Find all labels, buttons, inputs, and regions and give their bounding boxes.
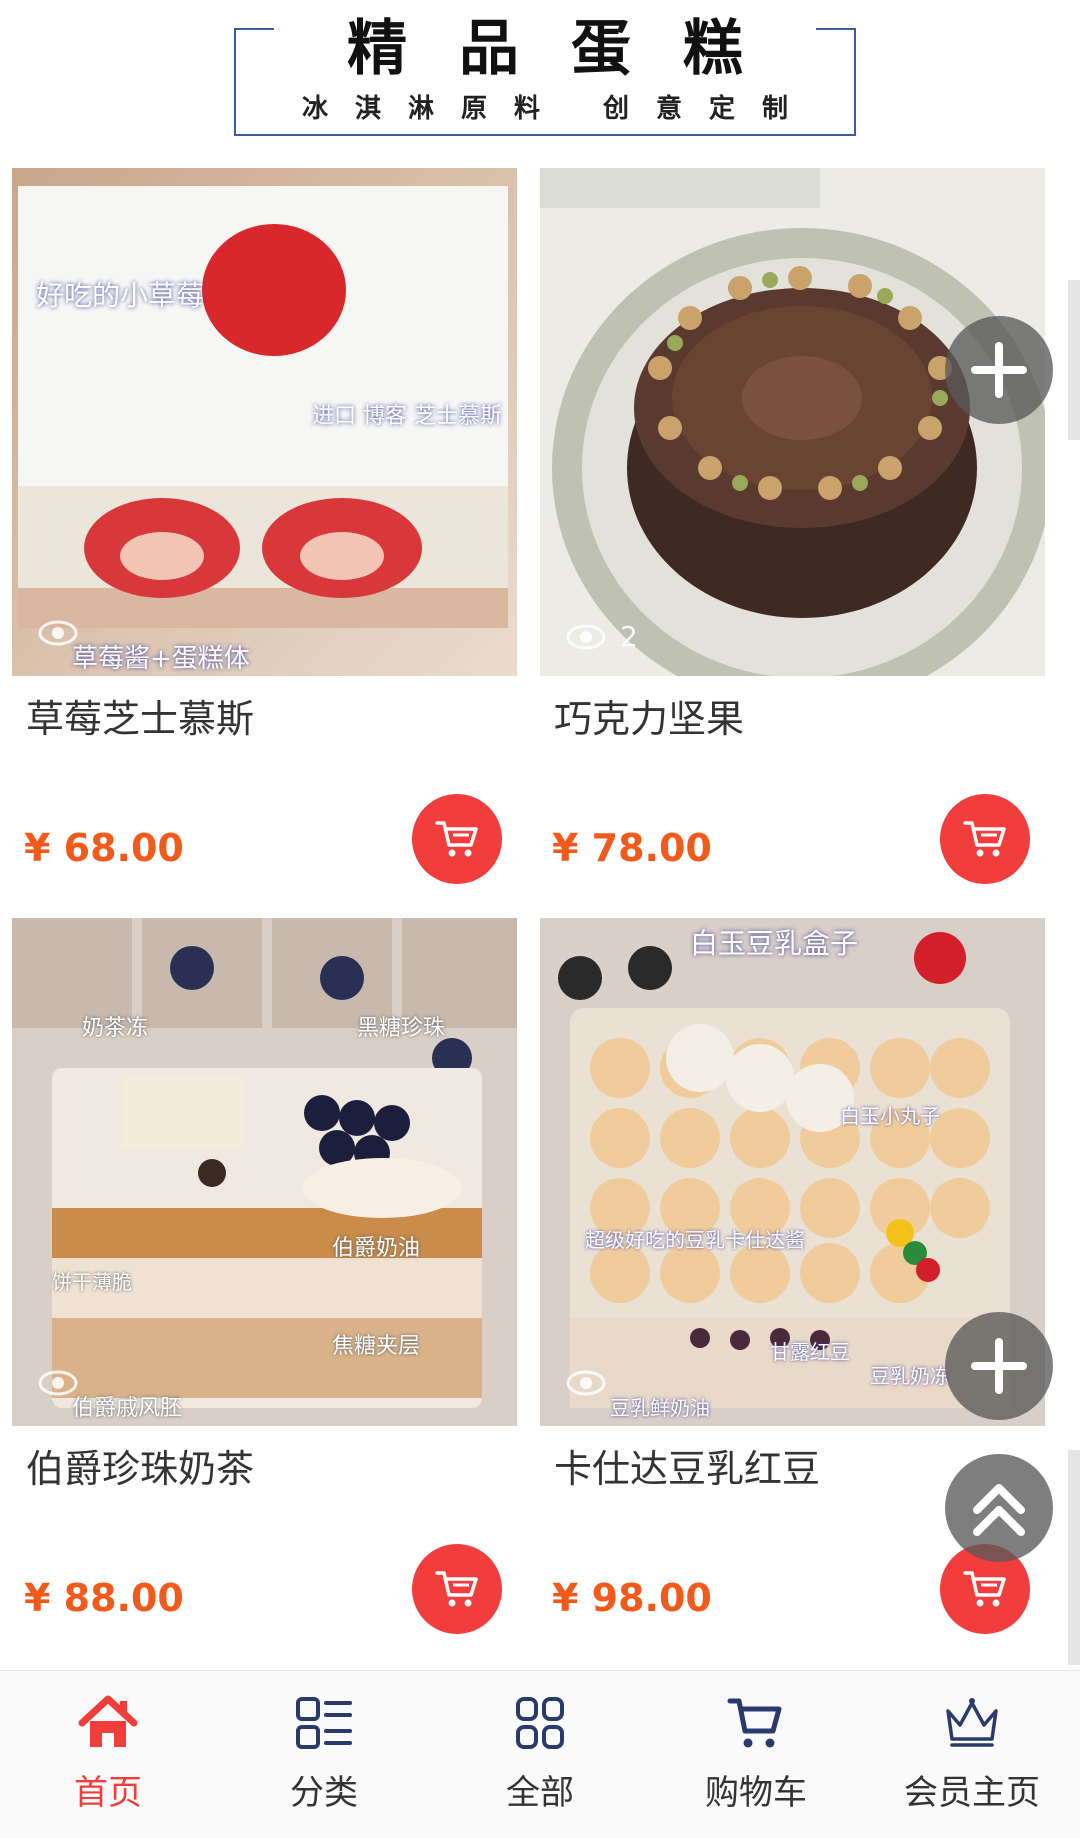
nav-home[interactable]: 首页 <box>0 1671 216 1838</box>
add-to-cart-button[interactable] <box>412 794 502 884</box>
product-name[interactable]: 草莓芝士慕斯 <box>26 688 254 743</box>
overlay-label: 甘露红豆 <box>770 1340 850 1364</box>
overlay-label: 豆乳奶冻 <box>870 1364 950 1388</box>
view-count: 2 <box>566 620 638 653</box>
nav-category[interactable]: 分类 <box>216 1671 432 1838</box>
overlay-label: 豆乳鲜奶油 <box>610 1396 710 1420</box>
cart-icon <box>435 1571 478 1607</box>
product-name[interactable]: 巧克力坚果 <box>554 688 744 743</box>
eye-icon <box>38 1370 78 1396</box>
eye-icon <box>566 624 606 649</box>
view-count <box>38 620 92 646</box>
cart-icon <box>435 821 478 857</box>
product-card[interactable]: 好吃的小草莓 进口 博客 芝士慕斯 草莓酱+蛋糕体 草莓芝士慕斯 ¥ 68.00 <box>12 168 517 898</box>
nav-label: 分类 <box>290 1773 358 1813</box>
product-card[interactable]: 奶茶冻 黑糖珍珠 伯爵奶油 饼干薄脆 焦糖夹层 伯爵戚风胚 伯爵珍珠奶茶 ¥ 8… <box>12 918 517 1648</box>
home-icon <box>78 1695 138 1747</box>
product-image[interactable]: 好吃的小草莓 进口 博客 芝士慕斯 草莓酱+蛋糕体 <box>12 168 517 676</box>
nav-label: 首页 <box>74 1773 142 1813</box>
cart-icon <box>727 1698 782 1748</box>
nav-all[interactable]: 全部 <box>432 1671 648 1838</box>
double-chevron-up-icon <box>973 1484 1025 1536</box>
nav-label: 会员主页 <box>904 1773 1040 1813</box>
nav-member[interactable]: 会员主页 <box>864 1671 1080 1838</box>
overlay-label: 饼干薄脆 <box>52 1270 132 1294</box>
back-to-top-button[interactable] <box>945 1454 1053 1562</box>
product-price: ¥ 98.00 <box>552 1576 712 1620</box>
grid-icon <box>516 1697 564 1749</box>
cart-icon <box>963 821 1006 857</box>
overlay-label: 白玉豆乳盒子 <box>690 927 859 960</box>
float-add-button[interactable] <box>945 1312 1053 1420</box>
category-list-icon <box>296 1697 352 1749</box>
banner-title: 精品蛋糕 <box>347 14 795 84</box>
banner-frame: 精品蛋糕 冰淇淋原料 创意定制 <box>234 14 856 136</box>
product-price: ¥ 78.00 <box>552 826 712 870</box>
eye-icon <box>38 620 78 646</box>
banner-subtitle: 冰淇淋原料 创意定制 <box>301 94 816 124</box>
product-price: ¥ 68.00 <box>24 826 184 870</box>
plus-icon <box>971 342 1027 398</box>
product-name[interactable]: 卡仕达豆乳红豆 <box>554 1438 820 1493</box>
product-image[interactable]: 2 <box>540 168 1045 676</box>
overlay-label: 伯爵奶油 <box>332 1236 421 1261</box>
overlay-label: 进口 博客 芝士慕斯 <box>312 404 502 429</box>
header-banner: 精品蛋糕 冰淇淋原料 创意定制 <box>0 0 1080 150</box>
add-to-cart-button[interactable] <box>412 1544 502 1634</box>
overlay-label: 超级好吃的豆乳卡仕达酱 <box>585 1228 805 1252</box>
crown-icon <box>946 1698 998 1747</box>
eye-icon <box>566 1370 606 1396</box>
overlay-label: 焦糖夹层 <box>332 1334 421 1359</box>
nav-label: 全部 <box>506 1773 574 1813</box>
plus-icon <box>971 1338 1027 1394</box>
view-count <box>38 1370 92 1396</box>
overlay-label: 好吃的小草莓 <box>36 279 205 312</box>
overlay-label: 奶茶冻 <box>82 1016 149 1041</box>
product-name[interactable]: 伯爵珍珠奶茶 <box>26 1438 254 1493</box>
product-image[interactable]: 奶茶冻 黑糖珍珠 伯爵奶油 饼干薄脆 焦糖夹层 伯爵戚风胚 <box>12 918 517 1426</box>
scrollbar-thumb[interactable] <box>1068 280 1080 440</box>
float-add-button[interactable] <box>945 316 1053 424</box>
product-price: ¥ 88.00 <box>24 1576 184 1620</box>
overlay-label: 草莓酱+蛋糕体 <box>72 644 250 674</box>
overlay-label: 白玉小丸子 <box>840 1104 940 1128</box>
scrollbar-thumb-lower[interactable] <box>1068 1450 1080 1665</box>
cart-icon <box>963 1571 1006 1607</box>
nav-label: 购物车 <box>705 1773 807 1813</box>
bottom-nav: 首页 分类 全部 购物车 会员主页 <box>0 1670 1080 1838</box>
overlay-label: 黑糖珍珠 <box>357 1016 446 1041</box>
nav-cart[interactable]: 购物车 <box>648 1671 864 1838</box>
add-to-cart-button[interactable] <box>940 794 1030 884</box>
view-count <box>566 1370 620 1396</box>
product-card[interactable]: 2 巧克力坚果 ¥ 78.00 <box>540 168 1045 898</box>
